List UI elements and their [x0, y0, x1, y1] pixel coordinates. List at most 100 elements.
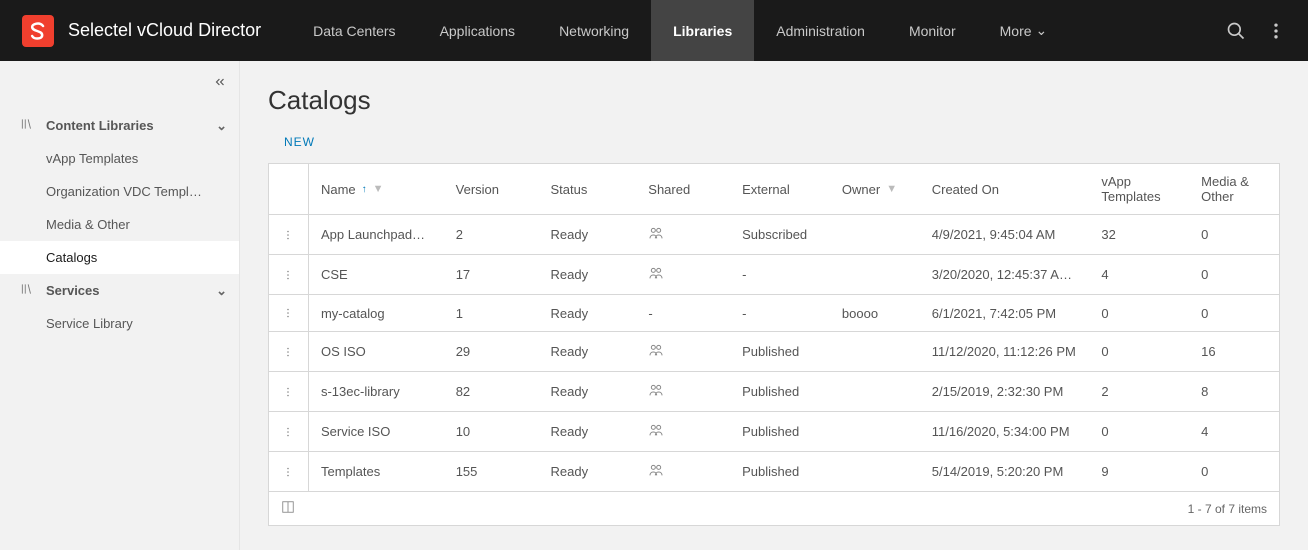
new-button[interactable]: NEW — [284, 135, 315, 149]
library-icon — [20, 282, 36, 299]
shared-icon — [648, 342, 664, 361]
cell-created-on: 3/20/2020, 12:45:37 A… — [920, 255, 1090, 294]
cell-shared — [636, 255, 730, 294]
column-vapp-templates[interactable]: vApp Templates — [1089, 164, 1189, 214]
cell-owner — [830, 452, 920, 491]
filter-icon[interactable]: ▼ — [886, 183, 897, 195]
cell-vapp-templates: 4 — [1089, 255, 1189, 294]
cell-media-other: 16 — [1189, 332, 1279, 371]
cell-external: Subscribed — [730, 215, 830, 254]
cell-shared — [636, 452, 730, 491]
table-header: Name ↑ ▼ Version Status Shared External … — [269, 164, 1279, 215]
sidebar-item-catalogs[interactable]: Catalogs — [0, 241, 239, 274]
sidebar-item-service-library[interactable]: Service Library — [0, 307, 239, 340]
toolbar: NEW — [268, 134, 1280, 149]
sidebar-group-content-libraries[interactable]: Content Libraries⌄ — [0, 109, 239, 142]
nav-item-libraries[interactable]: Libraries — [651, 0, 754, 61]
sidebar-item-vapp-templates[interactable]: vApp Templates — [0, 142, 239, 175]
sidebar-group-services[interactable]: Services⌄ — [0, 274, 239, 307]
table-row: App Launchpad…2ReadySubscribed4/9/2021, … — [269, 215, 1279, 255]
brand-logo[interactable] — [22, 15, 54, 47]
cell-name[interactable]: my-catalog — [309, 295, 444, 331]
column-owner[interactable]: Owner ▼ — [830, 164, 920, 214]
cell-name[interactable]: CSE — [309, 255, 444, 294]
cell-media-other: 0 — [1189, 295, 1279, 331]
row-menu-icon[interactable] — [269, 255, 309, 294]
cell-media-other: 8 — [1189, 372, 1279, 411]
cell-external: - — [730, 255, 830, 294]
column-media-other[interactable]: Media & Other — [1189, 164, 1279, 214]
cell-media-other: 4 — [1189, 412, 1279, 451]
chevron-down-icon: ⌄ — [216, 283, 227, 299]
cell-owner — [830, 332, 920, 371]
table-row: OS ISO29ReadyPublished11/12/2020, 11:12:… — [269, 332, 1279, 372]
cell-status: Ready — [539, 215, 637, 254]
row-menu-icon[interactable] — [269, 372, 309, 411]
cell-version: 2 — [444, 215, 539, 254]
sidebar-item-media-other[interactable]: Media & Other — [0, 208, 239, 241]
cell-media-other: 0 — [1189, 452, 1279, 491]
column-name[interactable]: Name ↑ ▼ — [309, 164, 444, 214]
row-menu-icon[interactable] — [269, 332, 309, 371]
cell-external: Published — [730, 372, 830, 411]
overflow-menu-icon[interactable] — [1256, 21, 1296, 41]
column-external[interactable]: External — [730, 164, 830, 214]
column-created-on[interactable]: Created On — [920, 164, 1090, 214]
cell-shared — [636, 372, 730, 411]
page-title: Catalogs — [268, 85, 1280, 116]
cell-name[interactable]: Service ISO — [309, 412, 444, 451]
table-row: Templates155ReadyPublished5/14/2019, 5:2… — [269, 452, 1279, 491]
cell-media-other: 0 — [1189, 255, 1279, 294]
row-menu-icon[interactable] — [269, 215, 309, 254]
top-navbar: Selectel vCloud Director Data CentersApp… — [0, 0, 1308, 61]
search-icon[interactable] — [1216, 21, 1256, 41]
collapse-sidebar-icon[interactable] — [213, 75, 227, 92]
row-menu-icon[interactable] — [269, 452, 309, 491]
cell-name[interactable]: App Launchpad… — [309, 215, 444, 254]
shared-icon — [648, 382, 664, 401]
column-shared[interactable]: Shared — [636, 164, 730, 214]
cell-shared — [636, 215, 730, 254]
sidebar: Content Libraries⌄vApp TemplatesOrganiza… — [0, 61, 240, 550]
row-menu-icon[interactable] — [269, 412, 309, 451]
cell-status: Ready — [539, 372, 637, 411]
cell-vapp-templates: 2 — [1089, 372, 1189, 411]
chevron-down-icon: ⌄ — [1036, 22, 1048, 39]
cell-version: 29 — [444, 332, 539, 371]
cell-created-on: 5/14/2019, 5:20:20 PM — [920, 452, 1090, 491]
cell-name[interactable]: OS ISO — [309, 332, 444, 371]
table-footer: 1 - 7 of 7 items — [269, 491, 1279, 525]
table-row: CSE17Ready-3/20/2020, 12:45:37 A…40 — [269, 255, 1279, 295]
filter-icon[interactable]: ▼ — [373, 183, 384, 195]
table-row: my-catalog1Ready--boooo6/1/2021, 7:42:05… — [269, 295, 1279, 332]
sidebar-item-organization-vdc-templ-[interactable]: Organization VDC Templ… — [0, 175, 239, 208]
shared-icon — [648, 462, 664, 481]
column-picker-icon[interactable] — [281, 500, 295, 517]
cell-version: 82 — [444, 372, 539, 411]
app-title: Selectel vCloud Director — [68, 20, 261, 41]
nav-item-data-centers[interactable]: Data Centers — [291, 0, 417, 61]
column-version[interactable]: Version — [444, 164, 539, 214]
sort-asc-icon[interactable]: ↑ — [362, 184, 367, 195]
library-icon — [20, 117, 36, 134]
cell-external: - — [730, 295, 830, 331]
shared-icon — [648, 422, 664, 441]
nav-item-applications[interactable]: Applications — [418, 0, 538, 61]
cell-owner — [830, 412, 920, 451]
shared-icon — [648, 265, 664, 284]
cell-name[interactable]: s-13ec-library — [309, 372, 444, 411]
nav-item-networking[interactable]: Networking — [537, 0, 651, 61]
cell-status: Ready — [539, 412, 637, 451]
row-menu-icon[interactable] — [269, 295, 309, 331]
column-status[interactable]: Status — [538, 164, 636, 214]
table-row: s-13ec-library82ReadyPublished2/15/2019,… — [269, 372, 1279, 412]
nav-item-more[interactable]: More⌄ — [978, 0, 1070, 61]
cell-external: Published — [730, 412, 830, 451]
cell-shared: - — [636, 295, 730, 331]
nav-item-administration[interactable]: Administration — [754, 0, 887, 61]
row-menu-header — [269, 164, 309, 214]
main-content: Catalogs NEW Name ↑ ▼ Version Status Sha… — [240, 61, 1308, 550]
cell-name[interactable]: Templates — [309, 452, 444, 491]
chevron-down-icon: ⌄ — [216, 118, 227, 134]
nav-item-monitor[interactable]: Monitor — [887, 0, 978, 61]
